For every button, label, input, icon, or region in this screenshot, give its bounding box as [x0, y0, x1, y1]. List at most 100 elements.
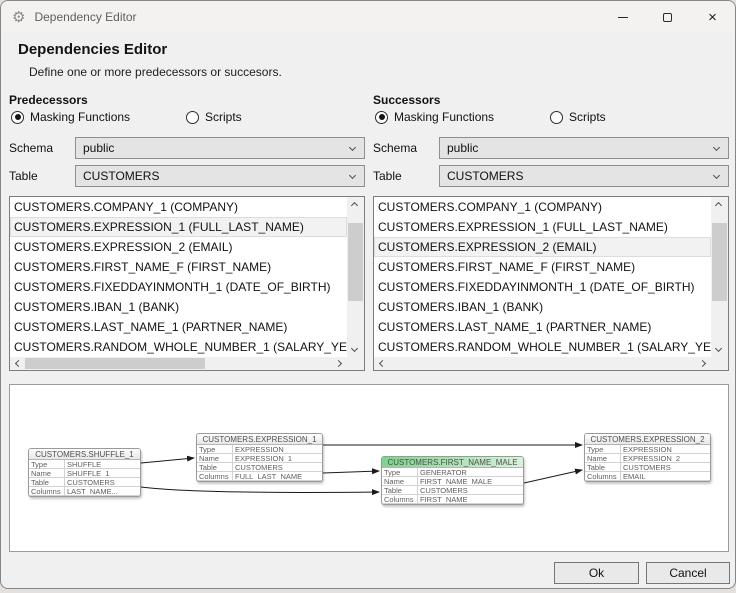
- predecessors-radio-group: Masking Functions Scripts: [9, 110, 365, 128]
- list-item[interactable]: CUSTOMERS.FIXEDDAYINMONTH_1 (DATE_OF_BIR…: [374, 277, 711, 297]
- node-field-value: SHUFFLE: [67, 460, 102, 468]
- list-items: CUSTOMERS.COMPANY_1 (COMPANY) CUSTOMERS.…: [374, 197, 711, 357]
- scrollbar-thumb[interactable]: [348, 223, 363, 301]
- scroll-right-icon: [334, 359, 343, 368]
- ok-button[interactable]: Ok: [554, 562, 639, 584]
- node-field-label: Columns: [585, 472, 621, 481]
- successors-list: CUSTOMERS.COMPANY_1 (COMPANY) CUSTOMERS.…: [373, 196, 729, 371]
- minimize-icon: [617, 16, 628, 18]
- successors-table-select[interactable]: CUSTOMERS: [439, 165, 729, 187]
- radio-label: Masking Functions: [394, 110, 495, 124]
- predecessors-schema-select[interactable]: public: [75, 137, 365, 159]
- list-item[interactable]: CUSTOMERS.RANDOM_WHOLE_NUMBER_1 (SALARY_…: [10, 337, 347, 357]
- horizontal-scrollbar[interactable]: [374, 357, 711, 370]
- node-field-value: EXPRESSION: [623, 445, 672, 453]
- page-subtitle: Define one or more predecessors or succe…: [29, 65, 282, 79]
- app-gear-icon: ⚙: [12, 8, 26, 26]
- successors-radio-group: Masking Functions Scripts: [373, 110, 729, 128]
- list-item[interactable]: CUSTOMERS.EXPRESSION_1 (FULL_LAST_NAME): [374, 217, 711, 237]
- node-field-value: LAST_NAME...: [67, 487, 118, 495]
- list-item[interactable]: CUSTOMERS.EXPRESSION_2 (EMAIL): [10, 237, 347, 257]
- vertical-scrollbar[interactable]: [711, 197, 728, 357]
- successors-scripts-radio[interactable]: Scripts: [550, 110, 606, 124]
- node-field-value: FULL_LAST_NAME: [235, 472, 303, 480]
- node-field-label: Table: [197, 463, 233, 472]
- list-item[interactable]: CUSTOMERS.RANDOM_WHOLE_NUMBER_1 (SALARY_…: [374, 337, 711, 357]
- predecessors-masking-functions-radio[interactable]: Masking Functions: [11, 110, 130, 124]
- node-title: CUSTOMERS.EXPRESSION_1: [197, 434, 322, 445]
- node-field-label: Table: [382, 486, 418, 495]
- page-title: Dependencies Editor: [18, 41, 168, 58]
- cancel-button[interactable]: Cancel: [646, 562, 730, 584]
- list-item[interactable]: CUSTOMERS.IBAN_1 (BANK): [374, 297, 711, 317]
- node-field-label: Name: [382, 477, 418, 486]
- node-field-value: FIRST_NAME_MALE: [420, 477, 493, 485]
- horizontal-scrollbar[interactable]: [10, 357, 347, 370]
- table-label: Table: [373, 169, 402, 183]
- predecessors-label: Predecessors: [9, 93, 88, 107]
- radio-label: Scripts: [205, 110, 242, 124]
- vertical-scrollbar[interactable]: [347, 197, 364, 357]
- node-field-value: EXPRESSION: [235, 445, 284, 453]
- radio-unselected-icon: [186, 110, 199, 124]
- radio-unselected-icon: [550, 110, 563, 124]
- predecessors-list: CUSTOMERS.COMPANY_1 (COMPANY) CUSTOMERS.…: [9, 196, 365, 371]
- list-item[interactable]: CUSTOMERS.LAST_NAME_1 (PARTNER_NAME): [10, 317, 347, 337]
- node-field-value: SHUFFLE_1: [67, 469, 110, 477]
- maximize-button[interactable]: [645, 1, 690, 33]
- list-item[interactable]: CUSTOMERS.FIRST_NAME_F (FIRST_NAME): [10, 257, 347, 277]
- diagram-node-first-name-male[interactable]: CUSTOMERS.FIRST_NAME_MALE Type GENERATOR …: [381, 456, 524, 505]
- node-field-label: Name: [29, 469, 65, 478]
- window-controls: ×: [600, 1, 735, 33]
- close-icon: ×: [708, 8, 717, 26]
- chevron-down-icon: [348, 171, 357, 180]
- diagram-node-expression-2[interactable]: CUSTOMERS.EXPRESSION_2 Type EXPRESSION Na…: [584, 433, 711, 482]
- diagram-node-expression-1[interactable]: CUSTOMERS.EXPRESSION_1 Type EXPRESSION Na…: [196, 433, 323, 482]
- node-field-label: Columns: [382, 495, 418, 504]
- list-item[interactable]: CUSTOMERS.FIRST_NAME_F (FIRST_NAME): [374, 257, 711, 277]
- node-field-label: Type: [382, 468, 418, 477]
- list-item[interactable]: CUSTOMERS.COMPANY_1 (COMPANY): [10, 197, 347, 217]
- dependency-editor-window: ⚙ Dependency Editor × Dependencies Edito…: [0, 0, 736, 589]
- successors-schema-select[interactable]: public: [439, 137, 729, 159]
- node-title: CUSTOMERS.EXPRESSION_2: [585, 434, 710, 445]
- minimize-button[interactable]: [600, 1, 645, 33]
- node-field-label: Name: [197, 454, 233, 463]
- successors-panel: Successors Masking Functions Scripts Sch…: [373, 93, 729, 373]
- radio-selected-icon: [11, 110, 24, 124]
- scroll-right-icon: [698, 359, 707, 368]
- list-item[interactable]: CUSTOMERS.EXPRESSION_2 (EMAIL): [374, 237, 711, 257]
- scrollbar-thumb[interactable]: [712, 223, 727, 301]
- node-field-value: CUSTOMERS: [235, 463, 283, 471]
- node-field-value: CUSTOMERS: [623, 463, 671, 471]
- node-field-value: GENERATOR: [420, 468, 467, 476]
- node-field-value: EXPRESSION_1: [235, 454, 293, 462]
- predecessors-scripts-radio[interactable]: Scripts: [186, 110, 242, 124]
- list-item[interactable]: CUSTOMERS.IBAN_1 (BANK): [10, 297, 347, 317]
- node-field-label: Type: [585, 445, 621, 454]
- list-item[interactable]: CUSTOMERS.COMPANY_1 (COMPANY): [374, 197, 711, 217]
- titlebar: ⚙ Dependency Editor ×: [1, 1, 735, 33]
- node-field-label: Columns: [197, 472, 233, 481]
- radio-label: Scripts: [569, 110, 606, 124]
- predecessors-table-select[interactable]: CUSTOMERS: [75, 165, 365, 187]
- node-field-value: CUSTOMERS: [420, 486, 468, 494]
- schema-selected-value: public: [447, 141, 479, 155]
- list-item[interactable]: CUSTOMERS.LAST_NAME_1 (PARTNER_NAME): [374, 317, 711, 337]
- scrollbar-thumb[interactable]: [25, 358, 205, 369]
- maximize-icon: [663, 12, 672, 22]
- successors-masking-functions-radio[interactable]: Masking Functions: [375, 110, 494, 124]
- node-title: CUSTOMERS.SHUFFLE_1: [29, 449, 140, 460]
- scroll-left-icon: [378, 359, 387, 368]
- diagram-node-shuffle-1[interactable]: CUSTOMERS.SHUFFLE_1 Type SHUFFLE Name SHUF…: [28, 448, 141, 497]
- dialog-content: Dependencies Editor Define one or more p…: [1, 33, 735, 588]
- list-item[interactable]: CUSTOMERS.EXPRESSION_1 (FULL_LAST_NAME): [10, 217, 347, 237]
- schema-label: Schema: [373, 141, 418, 155]
- node-field-label: Type: [29, 460, 65, 469]
- node-field-label: Table: [585, 463, 621, 472]
- close-button[interactable]: ×: [690, 1, 735, 33]
- list-item[interactable]: CUSTOMERS.FIXEDDAYINMONTH_1 (DATE_OF_BIR…: [10, 277, 347, 297]
- table-selected-value: CUSTOMERS: [83, 169, 160, 183]
- schema-label: Schema: [9, 141, 54, 155]
- scroll-up-icon: [350, 201, 359, 210]
